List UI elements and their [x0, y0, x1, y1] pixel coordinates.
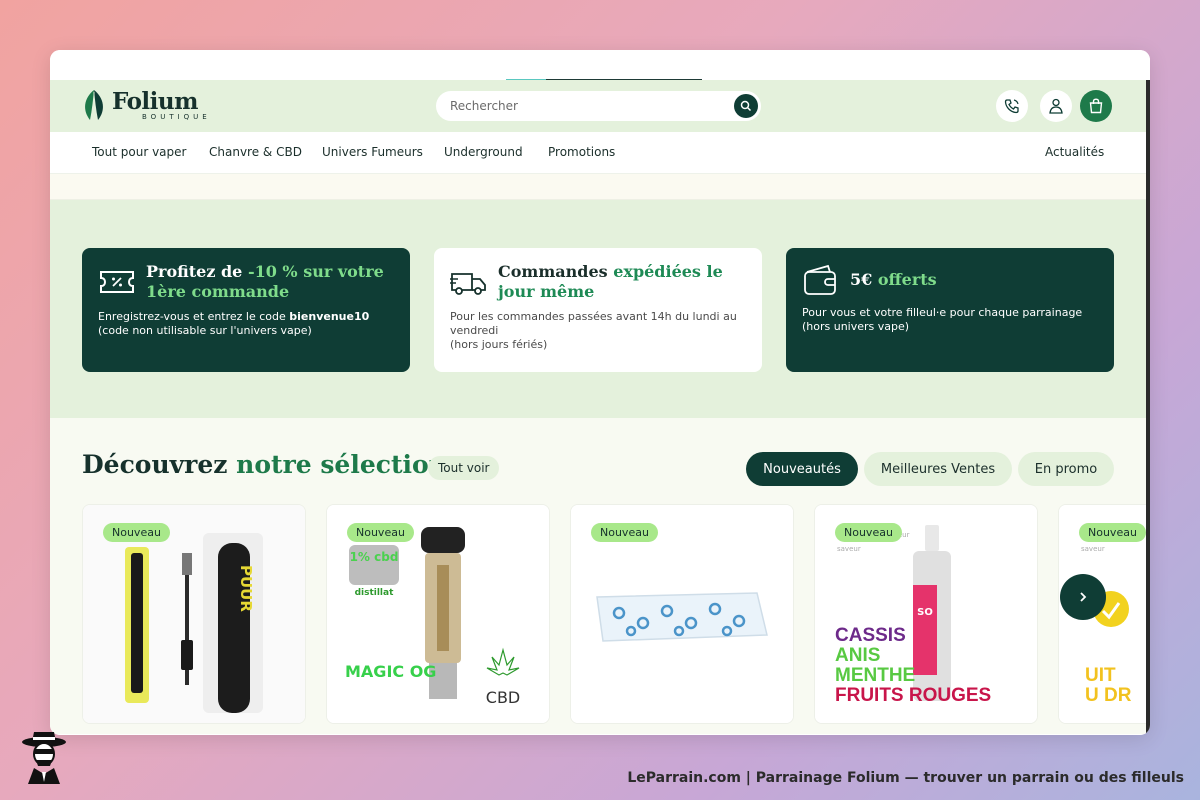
promo-card-discount[interactable]: Profitez de -10 % sur votre 1ère command… — [82, 248, 410, 372]
promo-card-referral[interactable]: 5€ offerts Pour vous et votre filleul·e … — [786, 248, 1114, 372]
new-badge: Nouveau — [591, 523, 658, 542]
promo-code: bienvenue10 — [289, 310, 370, 323]
new-badge: Nouveau — [347, 523, 414, 542]
promo-body-shipping: Pour les commandes passées avant 14h du … — [450, 310, 737, 351]
cart-button[interactable] — [1080, 90, 1112, 122]
tab-en-promo[interactable]: En promo — [1018, 452, 1114, 486]
phone-icon — [1004, 99, 1019, 114]
nav-item-cbd[interactable]: Chanvre & CBD — [209, 145, 302, 159]
section-title: Découvrez notre sélection — [82, 450, 447, 479]
search-input[interactable] — [450, 99, 720, 113]
browser-frame: Folium BOUTIQUE Rechercher Tout pour vap… — [50, 50, 1150, 735]
promo-title-referral: 5€ offerts — [850, 270, 937, 289]
chevron-right-icon — [1080, 592, 1087, 602]
new-badge: Nouveau — [103, 523, 170, 542]
truck-icon — [450, 273, 486, 295]
promo-title-shipping: Commandes expédiées le jour même — [498, 262, 723, 301]
scrollbar[interactable] — [1146, 80, 1150, 735]
small-label: saveur — [1081, 545, 1105, 553]
new-badge: Nouveau — [835, 523, 902, 542]
top-bar — [50, 50, 1150, 81]
nav-item-vape[interactable]: Tout pour vaper — [92, 145, 186, 159]
can-brand-text: SO — [917, 607, 933, 618]
site-header: Folium BOUTIQUE — [50, 80, 1150, 132]
main-nav: Tout pour vaper Chanvre & CBD Univers Fu… — [50, 132, 1150, 174]
small-label-left: saveur — [837, 545, 861, 553]
flavor-line-3: MENTHE — [835, 665, 915, 686]
mascot-logo — [22, 732, 66, 784]
logo[interactable]: Folium BOUTIQUE — [80, 88, 211, 122]
credit-text: LeParrain.com | Parrainage Folium — trou… — [627, 770, 1184, 786]
nav-item-underground[interactable]: Underground — [444, 145, 523, 159]
product-card[interactable]: Nouveau — [570, 504, 794, 724]
nav-item-actualites[interactable]: Actualités — [1045, 145, 1104, 159]
product-card[interactable]: Nouveau PUUR — [82, 504, 306, 724]
partial-text-2: U DR — [1085, 685, 1132, 706]
selection-section: Découvrez notre sélection Tout voir Nouv… — [50, 418, 1150, 734]
wallet-icon — [804, 264, 836, 295]
user-icon — [1049, 98, 1063, 114]
product-name-text: MAGIC OG — [345, 662, 436, 681]
coupon-icon — [100, 271, 134, 293]
search-icon — [740, 100, 752, 112]
nav-item-promotions[interactable]: Promotions — [548, 145, 615, 159]
product-card[interactable]: Nouveau saveur vapeur SO CASSIS ANIS MEN… — [814, 504, 1038, 724]
announcement-strip — [50, 174, 1150, 200]
nav-item-fumeurs[interactable]: Univers Fumeurs — [322, 145, 423, 159]
promo-card-shipping[interactable]: Commandes expédiées le jour même Pour le… — [434, 248, 762, 372]
tab-nouveautes[interactable]: Nouveautés — [746, 452, 858, 486]
flavor-line-2: ANIS — [835, 645, 880, 666]
promo-title-discount: Profitez de -10 % sur votre 1ère command… — [146, 262, 384, 301]
tab-meilleures-ventes[interactable]: Meilleures Ventes — [864, 452, 1012, 486]
promo-body-discount: Enregistrez-vous et entrez le code bienv… — [98, 310, 370, 337]
new-badge: Nouveau — [1079, 523, 1146, 542]
leaf-icon — [85, 90, 103, 121]
distillat-text: distillat — [355, 588, 395, 598]
partial-text-1: UIT — [1085, 665, 1116, 686]
product-card[interactable]: Nouveau 1% cbd distillat MAGIC OG CBD — [326, 504, 550, 724]
cbd-mark-text: CBD — [486, 688, 520, 707]
promo-body-referral: Pour vous et votre filleul·e pour chaque… — [802, 306, 1083, 333]
product-brand-text: PUUR — [237, 565, 255, 612]
flavor-line-1: CASSIS — [835, 625, 906, 646]
brand-name: Folium — [112, 87, 198, 115]
cart-icon — [1089, 98, 1103, 114]
carousel-next-button[interactable] — [1060, 574, 1106, 620]
search-bar — [436, 91, 761, 121]
contact-button[interactable] — [996, 90, 1028, 122]
promo-band: Profitez de -10 % sur votre 1ère command… — [50, 200, 1150, 418]
see-all-button[interactable]: Tout voir — [428, 456, 500, 480]
search-button[interactable] — [734, 94, 758, 118]
brand-sub: BOUTIQUE — [142, 112, 211, 121]
cbd-percent-text: 1% cbd — [350, 550, 399, 564]
account-button[interactable] — [1040, 90, 1072, 122]
flavor-line-4: FRUITS ROUGES — [835, 685, 991, 706]
